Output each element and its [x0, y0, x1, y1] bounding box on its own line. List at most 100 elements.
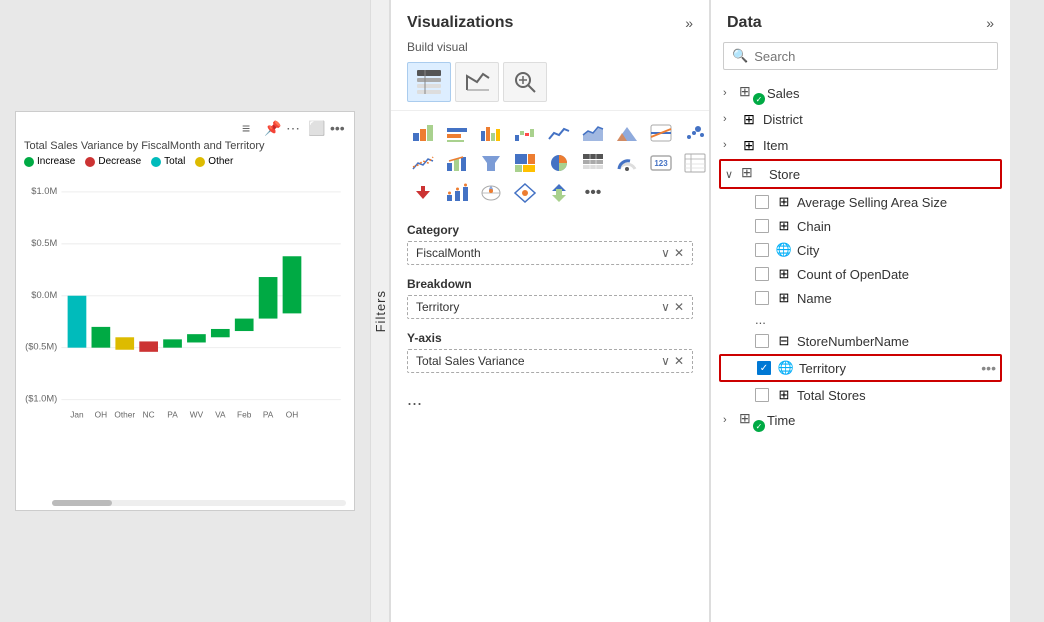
field-category-label: Category	[407, 223, 693, 237]
svg-text:WV: WV	[190, 409, 204, 419]
field-more-dots[interactable]: ...	[407, 385, 693, 414]
tree-chevron-sales[interactable]: ›	[723, 87, 739, 99]
tree-icon-store: ⊞	[741, 164, 765, 184]
viz-grid-mountain[interactable]	[611, 119, 643, 147]
field-category-remove[interactable]: ✕	[674, 246, 684, 260]
viz-grid-line2[interactable]	[407, 149, 439, 177]
tree-item-store[interactable]: ∨ ⊞ Store	[721, 161, 1000, 187]
viz-grid-more[interactable]: •••	[577, 179, 609, 207]
tree-item-district[interactable]: › ⊞ District	[719, 106, 1002, 132]
tree-child-storenumbername[interactable]: ⊟ StoreNumberName	[719, 329, 1002, 353]
search-input[interactable]	[754, 49, 989, 64]
viz-grid-treemap[interactable]	[509, 149, 541, 177]
viz-grid-ribbon[interactable]	[645, 119, 677, 147]
tree-child-avg-selling[interactable]: ⊞ Average Selling Area Size	[719, 190, 1002, 214]
viz-grid-arrows[interactable]	[543, 179, 575, 207]
chart-legend: Increase Decrease Total Other	[24, 156, 346, 167]
field-category-chevron[interactable]: ∨	[661, 246, 670, 260]
svg-text:OH: OH	[286, 409, 298, 419]
viz-grid-waterfall[interactable]	[509, 119, 541, 147]
tree-chevron-store[interactable]: ∨	[725, 168, 741, 181]
viz-search-chart-icon[interactable]	[503, 62, 547, 102]
field-yaxis-remove[interactable]: ✕	[674, 354, 684, 368]
search-icon: 🔍	[732, 48, 748, 64]
checkbox-total-stores[interactable]	[755, 388, 769, 402]
checkbox-city[interactable]	[755, 243, 769, 257]
viz-grid-card[interactable]: 123	[645, 149, 677, 177]
tree-label-item: Item	[763, 138, 998, 153]
tree-child-total-stores[interactable]: ⊞ Total Stores	[719, 383, 1002, 407]
field-breakdown-chevron[interactable]: ∨	[661, 300, 670, 314]
search-box[interactable]: 🔍	[723, 42, 998, 70]
legend-increase: Increase	[24, 156, 75, 167]
checkbox-avg-selling[interactable]	[755, 195, 769, 209]
chart-body: $1.0M $0.5M $0.0M ($0.5M) ($1.0M)	[24, 173, 346, 433]
tree-label-district: District	[763, 112, 998, 127]
funnel-icon[interactable]: ⋯	[286, 120, 302, 136]
checkbox-count-opendate[interactable]	[755, 267, 769, 281]
chart-panel: ≡ 📌 ⋯ ⬜ ••• Total Sales Variance by Fisc…	[0, 0, 370, 622]
viz-grid-gauge[interactable]	[611, 149, 643, 177]
field-section-category: Category FiscalMonth ∨ ✕	[407, 223, 693, 265]
tree-label-avg-selling: Average Selling Area Size	[797, 195, 998, 210]
field-category-pill[interactable]: FiscalMonth ∨ ✕	[407, 241, 693, 265]
field-section-yaxis: Y-axis Total Sales Variance ∨ ✕	[407, 331, 693, 373]
viz-grid-table2[interactable]	[679, 149, 710, 177]
viz-table-icon[interactable]	[407, 62, 451, 102]
viz-grid-line[interactable]	[543, 119, 575, 147]
data-panel: Data » 🔍 › ⊞ ✓ Sales › ⊞ District › ⊞ It…	[710, 0, 1010, 622]
tree-icon-total-stores: ⊞	[775, 386, 793, 404]
tree-chevron-time[interactable]: ›	[723, 414, 739, 426]
chart-scrollbar[interactable]	[52, 500, 346, 506]
legend-label-increase: Increase	[37, 156, 75, 167]
data-expand-icon[interactable]: »	[986, 15, 994, 31]
checkbox-territory[interactable]	[757, 361, 771, 375]
pin-icon[interactable]: 📌	[264, 120, 280, 136]
tree-child-count-opendate[interactable]: ⊞ Count of OpenDate	[719, 262, 1002, 286]
field-breakdown-label: Breakdown	[407, 277, 693, 291]
tree-child-territory[interactable]: 🌐 Territory •••	[721, 356, 1000, 380]
viz-grid-map[interactable]	[475, 179, 507, 207]
tree-icon-district: ⊞	[739, 109, 759, 129]
tree-item-sales[interactable]: › ⊞ ✓ Sales	[719, 80, 1002, 106]
checkbox-name[interactable]	[755, 291, 769, 305]
field-breakdown-remove[interactable]: ✕	[674, 300, 684, 314]
field-breakdown-pill[interactable]: Territory ∨ ✕	[407, 295, 693, 319]
filters-tab[interactable]: Filters	[370, 0, 390, 622]
field-yaxis-pill[interactable]: Total Sales Variance ∨ ✕	[407, 349, 693, 373]
field-yaxis-chevron[interactable]: ∨	[661, 354, 670, 368]
tree-territory-more[interactable]: •••	[981, 360, 996, 376]
viz-collapse-icon[interactable]: »	[685, 15, 693, 31]
viz-grid-stacked-bar[interactable]	[407, 119, 439, 147]
focus-icon[interactable]: ⬜	[308, 120, 324, 136]
viz-grid-pie[interactable]	[543, 149, 575, 177]
tree-child-chain[interactable]: ⊞ Chain	[719, 214, 1002, 238]
viz-grid-mixed[interactable]	[441, 179, 473, 207]
tree-child-city[interactable]: 🌐 City	[719, 238, 1002, 262]
checkbox-storenumbername[interactable]	[755, 334, 769, 348]
filter-icon[interactable]: ≡	[242, 120, 258, 136]
legend-other: Other	[195, 156, 233, 167]
viz-grid-area[interactable]	[577, 119, 609, 147]
checkbox-chain[interactable]	[755, 219, 769, 233]
tree-chevron-item[interactable]: ›	[723, 139, 739, 151]
tree-item-time[interactable]: › ⊞ ✓ Time	[719, 407, 1002, 433]
viz-grid-bar-chart[interactable]	[441, 119, 473, 147]
chart-svg: $1.0M $0.5M $0.0M ($0.5M) ($1.0M)	[24, 173, 346, 433]
tree-item-item[interactable]: › ⊞ Item	[719, 132, 1002, 158]
tree-chevron-district[interactable]: ›	[723, 113, 739, 125]
more-icon[interactable]: •••	[330, 120, 346, 136]
viz-grid-bar-line[interactable]	[441, 149, 473, 177]
viz-grid-multi-bar[interactable]	[475, 119, 507, 147]
chart-scrollbar-thumb[interactable]	[52, 500, 112, 506]
viz-grid-down-arrow[interactable]	[407, 179, 439, 207]
viz-grid-diamond[interactable]	[509, 179, 541, 207]
viz-grid-funnel[interactable]	[475, 149, 507, 177]
chart-title: Total Sales Variance by FiscalMonth and …	[24, 140, 346, 152]
viz-grid-matrix[interactable]	[577, 149, 609, 177]
viz-grid-scatter[interactable]	[679, 119, 710, 147]
tree-child-name[interactable]: ⊞ Name	[719, 286, 1002, 310]
tree-icon-count-opendate: ⊞	[775, 265, 793, 283]
field-category-text: FiscalMonth	[416, 246, 481, 260]
viz-chart-icon[interactable]	[455, 62, 499, 102]
